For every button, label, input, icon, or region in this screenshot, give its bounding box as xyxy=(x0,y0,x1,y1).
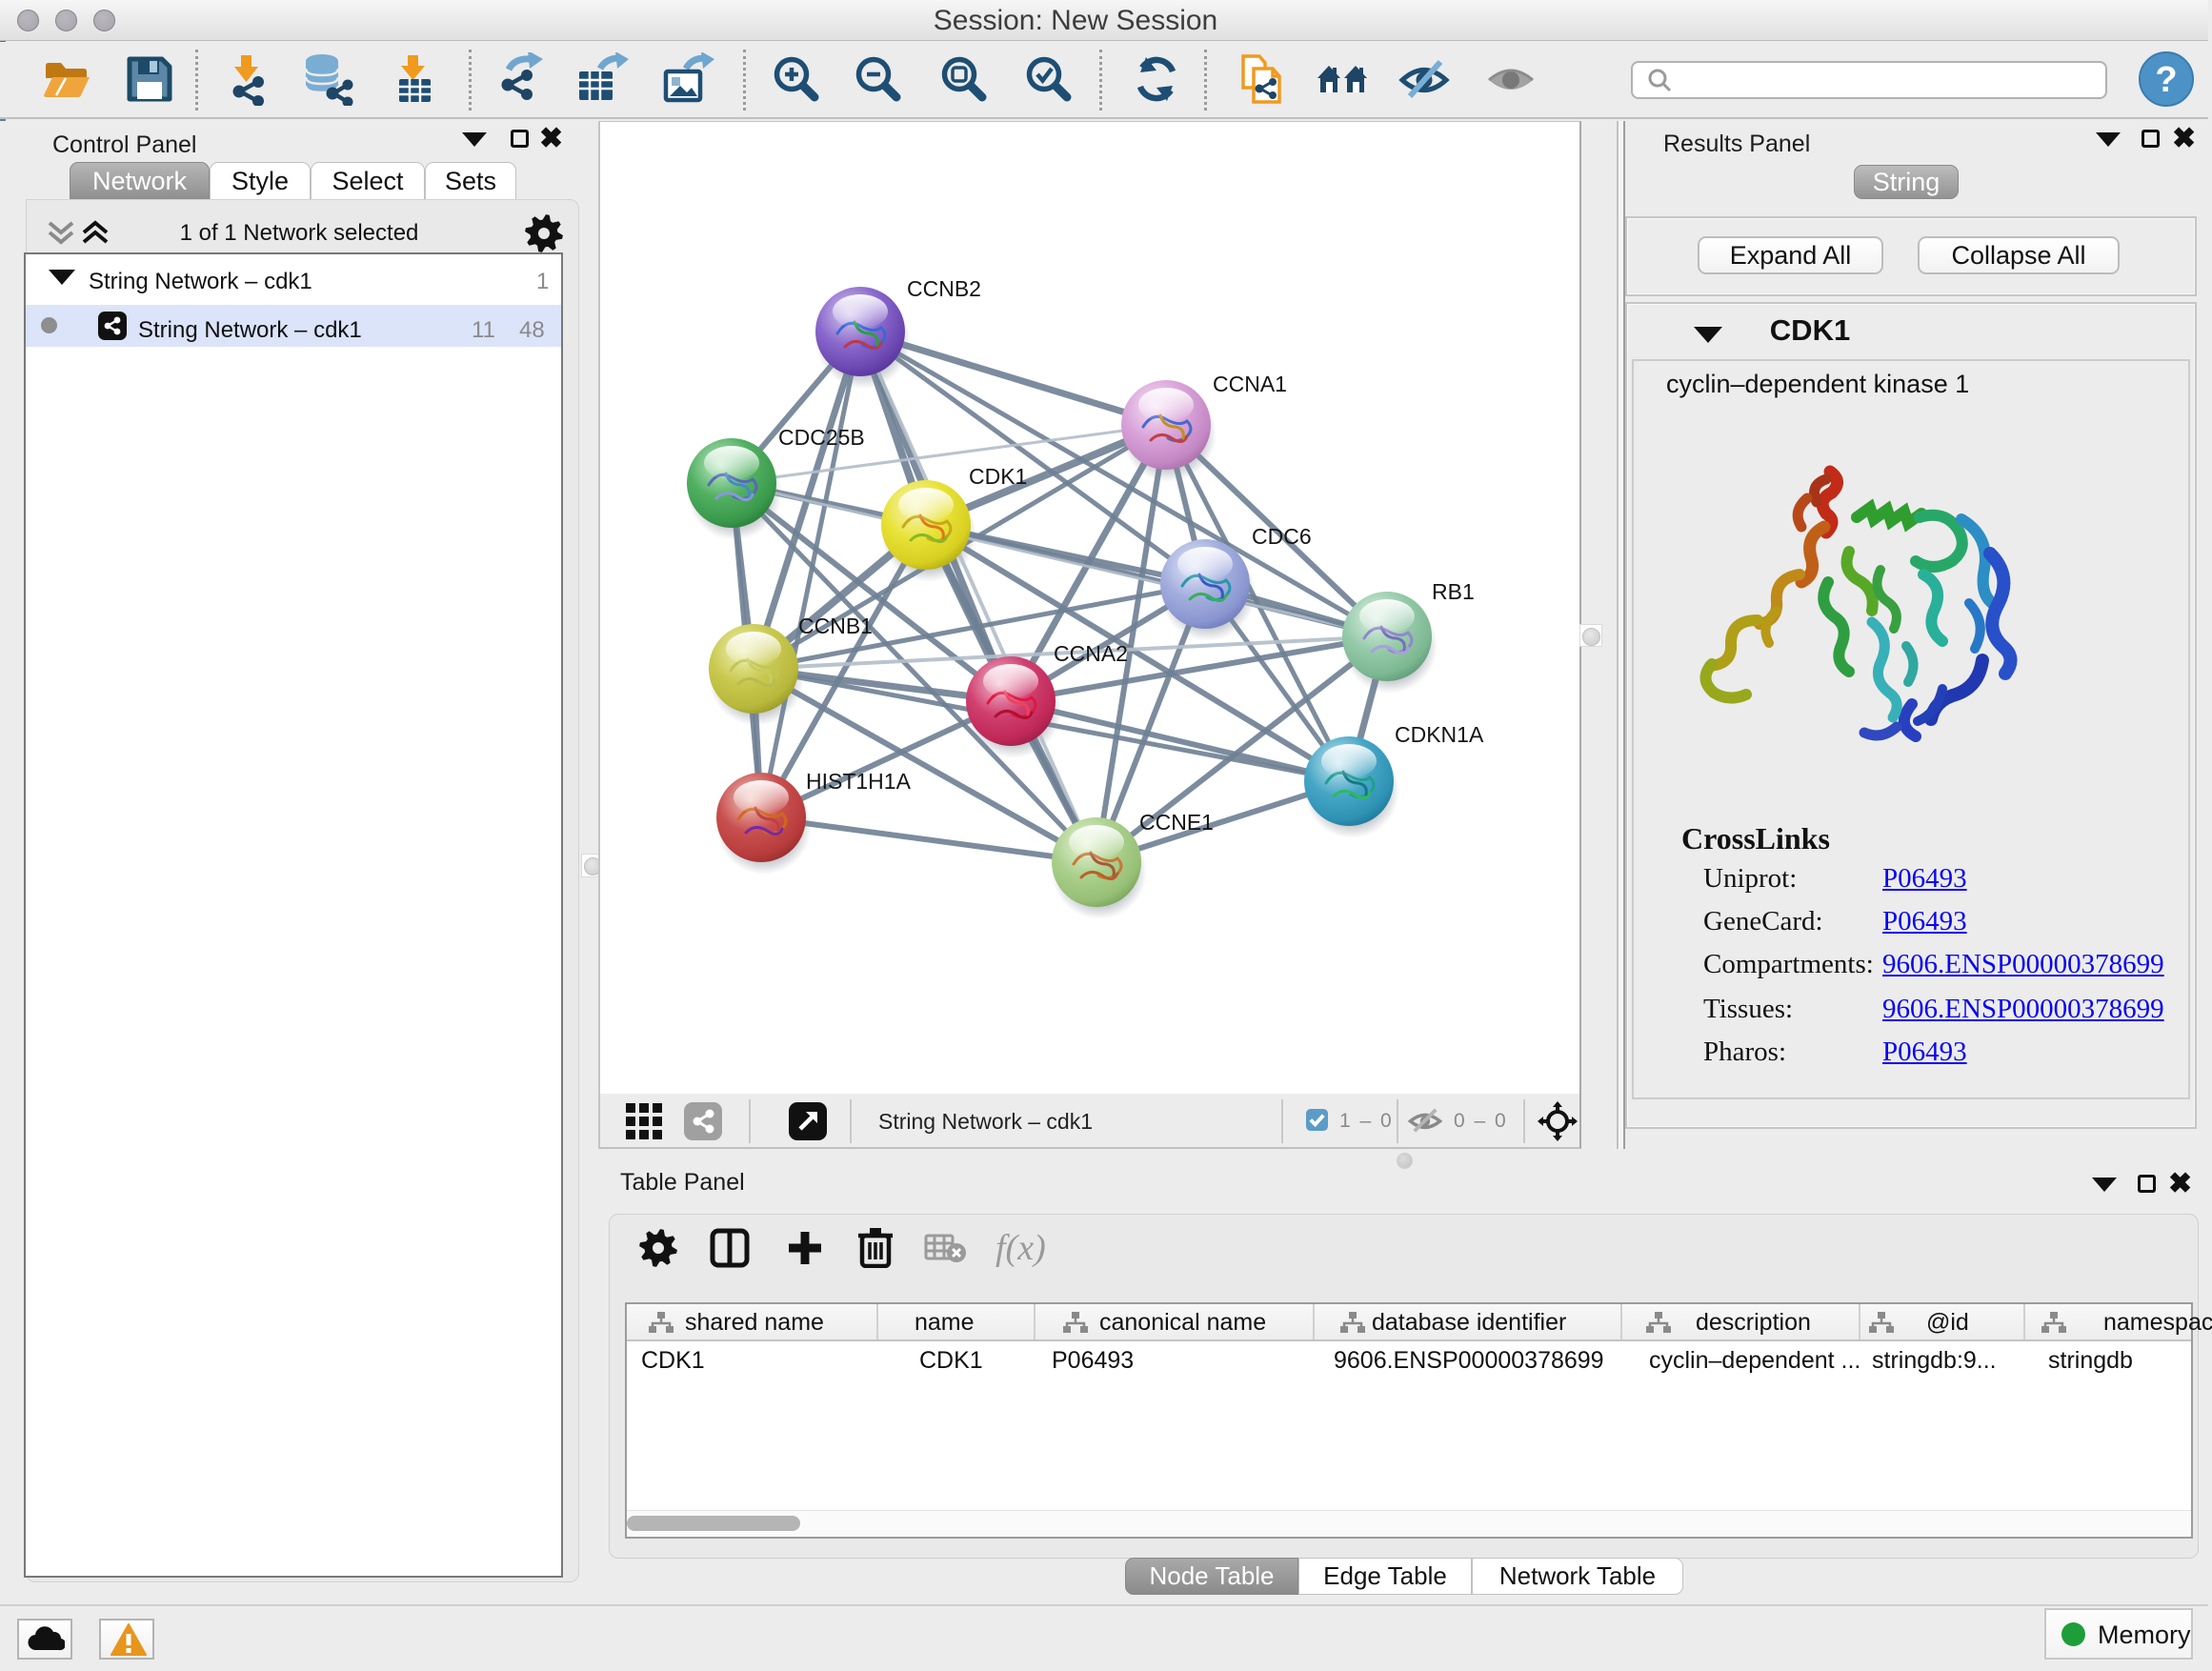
svg-text:CCNB1: CCNB1 xyxy=(798,614,873,638)
svg-text:CCNA1: CCNA1 xyxy=(1213,372,1287,396)
svg-text:HIST1H1A: HIST1H1A xyxy=(806,769,912,794)
svg-text:CCNB2: CCNB2 xyxy=(907,276,981,301)
svg-text:CDC6: CDC6 xyxy=(1252,524,1312,549)
svg-text:CDC25B: CDC25B xyxy=(778,425,865,450)
svg-text:RB1: RB1 xyxy=(1432,579,1475,604)
svg-text:?: ? xyxy=(2155,60,2177,100)
svg-text:CCNE1: CCNE1 xyxy=(1139,810,1214,835)
svg-text:CDK1: CDK1 xyxy=(969,464,1027,489)
svg-text:CCNA2: CCNA2 xyxy=(1054,641,1128,666)
svg-text:CDKN1A: CDKN1A xyxy=(1395,722,1484,747)
